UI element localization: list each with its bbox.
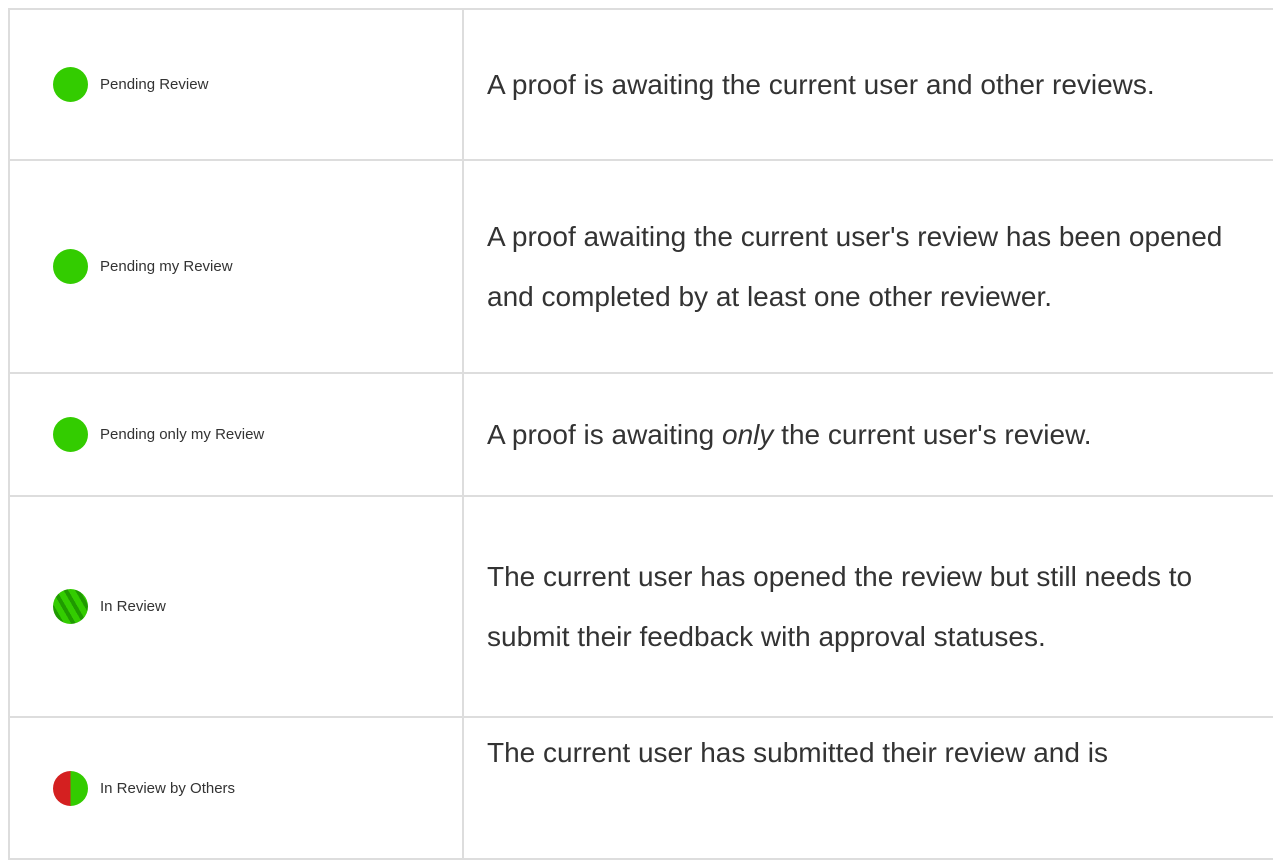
status-cell: Pending only my Review	[8, 372, 464, 497]
solid-green-circle-icon	[53, 67, 88, 102]
description-cell: A proof is awaiting the current user and…	[462, 8, 1273, 161]
status-label: Pending my Review	[100, 258, 233, 275]
striped-green-circle-icon	[53, 589, 88, 624]
status-description: The current user has submitted their rev…	[487, 737, 1108, 768]
status-indicator: In Review	[10, 589, 462, 624]
description-cell: A proof is awaiting only the current use…	[462, 372, 1273, 497]
status-description: A proof is awaiting only the current use…	[464, 405, 1273, 465]
status-description: A proof is awaiting the current user and…	[487, 68, 1155, 100]
status-indicator: Pending my Review	[10, 249, 462, 284]
status-description: A proof awaiting the current user's revi…	[487, 220, 1223, 312]
status-cell: Pending Review	[8, 8, 464, 161]
status-indicator: Pending only my Review	[10, 417, 462, 452]
solid-green-circle-icon	[53, 417, 88, 452]
table-row: Pending only my Review A proof is awaiti…	[8, 372, 1273, 497]
status-indicator: Pending Review	[10, 67, 462, 102]
solid-green-circle-icon	[53, 249, 88, 284]
status-label: Pending only my Review	[100, 426, 265, 443]
description-emphasis: only	[722, 418, 774, 450]
status-label: Pending Review	[100, 76, 209, 93]
status-legend-table: Pending Review A proof is awaiting the c…	[8, 8, 1273, 860]
status-cell: In Review by Others	[8, 716, 464, 860]
table-row: In Review by Others The current user has…	[8, 716, 1273, 860]
description-cell: A proof awaiting the current user's revi…	[462, 159, 1273, 374]
status-cell: Pending my Review	[8, 159, 464, 374]
status-legend-table-wrapper: Pending Review A proof is awaiting the c…	[8, 8, 1273, 860]
status-description: The current user has opened the review b…	[487, 560, 1193, 652]
table-row: In Review The current user has opened th…	[8, 495, 1273, 718]
description-cell: The current user has opened the review b…	[462, 495, 1273, 718]
status-label: In Review	[100, 598, 166, 615]
status-indicator: In Review by Others	[10, 718, 462, 806]
table-row: Pending my Review A proof awaiting the c…	[8, 159, 1273, 374]
status-cell: In Review	[8, 495, 464, 718]
status-label: In Review by Others	[100, 780, 236, 797]
description-text: A proof is awaiting	[487, 418, 723, 450]
red-green-split-circle-icon	[53, 771, 88, 806]
description-text: the current user's review.	[773, 418, 1092, 450]
description-cell: The current user has submitted their rev…	[462, 716, 1273, 860]
table-row: Pending Review A proof is awaiting the c…	[8, 8, 1273, 161]
